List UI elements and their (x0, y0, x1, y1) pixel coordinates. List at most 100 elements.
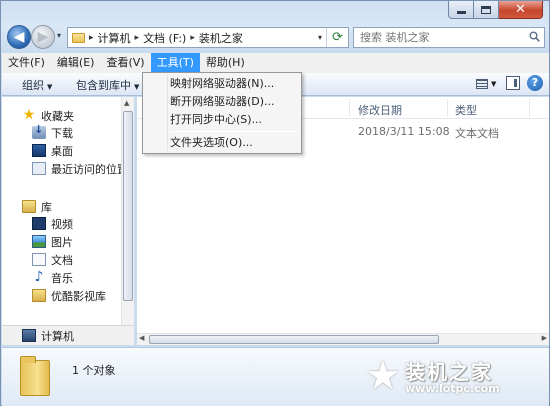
sidebar-item-label: 桌面 (51, 144, 73, 158)
include-in-library-button[interactable]: 包含到库中 ▼ (76, 77, 139, 93)
navigation-pane: ★ 收藏夹 下载 桌面 最近访问的位置 库 视频 图片 文档 (2, 97, 134, 345)
address-dropdown[interactable]: ▾ (318, 33, 322, 42)
sidebar-item-label: 视频 (51, 217, 73, 231)
chevron-down-icon: ▼ (491, 80, 497, 88)
sidebar-item-computer[interactable]: 计算机 (2, 325, 134, 345)
star-icon: ★ (365, 353, 401, 399)
column-divider[interactable] (447, 99, 448, 117)
organize-label: 组织 (22, 79, 44, 92)
forward-button[interactable]: ▶ (31, 25, 55, 49)
minimize-button[interactable] (448, 1, 474, 19)
scroll-right-arrow-icon[interactable]: ▶ (542, 334, 547, 342)
close-button[interactable]: ✕ (499, 1, 543, 19)
item-count: 1 个对象 (72, 364, 116, 377)
menu-file[interactable]: 文件(F) (2, 53, 51, 73)
menu-view[interactable]: 查看(V) (100, 53, 150, 73)
organize-button[interactable]: 组织 ▼ (22, 77, 52, 93)
sidebar-item-pictures[interactable]: 图片 (32, 233, 73, 250)
library-icon (22, 200, 36, 213)
sidebar-item-label: 文档 (51, 253, 73, 267)
address-row: ◀ ▶ ▾ ▸ 计算机 ▸ 文档 (F:) ▸ 装机之家 ▾ ⟳ (5, 25, 547, 51)
sidebar-item-recent-places[interactable]: 最近访问的位置 (32, 160, 128, 177)
search-icon (529, 31, 540, 42)
scroll-up-arrow-icon[interactable]: ▲ (124, 99, 129, 107)
column-divider[interactable] (529, 99, 530, 117)
minimize-icon (456, 11, 466, 14)
menu-bar: 文件(F) 编辑(E) 查看(V) 工具(T) 帮助(H) (2, 53, 549, 73)
libraries-header[interactable]: 库 (22, 198, 52, 215)
sidebar-item-label: 计算机 (41, 329, 74, 343)
computer-icon (22, 329, 36, 342)
sidebar-item-label: 最近访问的位置 (51, 162, 128, 176)
back-button[interactable]: ◀ (7, 25, 31, 49)
menu-item-disconnect-network-drive[interactable]: 断开网络驱动器(D)... (170, 93, 275, 111)
star-icon: ★ (22, 107, 36, 123)
help-icon: ? (531, 76, 539, 89)
sidebar-item-desktop[interactable]: 桌面 (32, 142, 73, 159)
sidebar-item-label: 下载 (51, 126, 73, 140)
search-input[interactable] (360, 31, 530, 44)
address-bar[interactable]: ▸ 计算机 ▸ 文档 (F:) ▸ 装机之家 ▾ ⟳ (67, 27, 349, 48)
menu-separator (170, 131, 298, 132)
scrollbar-thumb[interactable] (149, 335, 439, 344)
sidebar-item-documents[interactable]: 文档 (32, 251, 73, 268)
refresh-button[interactable]: ⟳ (326, 28, 348, 47)
breadcrumb-separator[interactable]: ▸ (89, 33, 94, 43)
nav-pane-scrollbar[interactable]: ▲ ▼ (121, 97, 134, 345)
menu-help[interactable]: 帮助(H) (200, 53, 251, 73)
folder-icon (20, 356, 50, 396)
sidebar-item-label: 优酷影视库 (51, 289, 106, 303)
chevron-down-icon: ▼ (47, 83, 53, 91)
scrollbar-thumb[interactable] (123, 111, 133, 301)
menu-item-open-sync-center[interactable]: 打开同步中心(S)... (170, 111, 262, 129)
sidebar-item-label: 图片 (51, 235, 73, 249)
recent-places-icon (32, 162, 46, 175)
recent-pages-dropdown[interactable]: ▾ (57, 31, 61, 40)
view-list-icon (476, 79, 488, 89)
sidebar-item-label: 音乐 (51, 271, 73, 285)
file-list-scrollbar[interactable]: ◀ ▶ (137, 333, 549, 345)
scroll-left-arrow-icon[interactable]: ◀ (139, 334, 144, 342)
pictures-icon (32, 235, 46, 248)
menu-item-map-network-drive[interactable]: 映射网络驱动器(N)... (170, 75, 274, 93)
column-header-type[interactable]: 类型 (455, 102, 477, 118)
watermark-url: www.lotpc.com (405, 382, 500, 395)
documents-icon (32, 253, 46, 266)
refresh-icon: ⟳ (332, 30, 343, 45)
favorites-header[interactable]: ★ 收藏夹 (22, 107, 74, 124)
search-box[interactable] (353, 27, 545, 48)
downloads-icon (32, 123, 46, 139)
sidebar-item-music[interactable]: ♪ 音乐 (32, 269, 73, 286)
breadcrumb-folder[interactable]: 装机之家 (199, 30, 243, 46)
column-header-modified[interactable]: 修改日期 (358, 102, 402, 118)
menu-tools[interactable]: 工具(T) (150, 53, 200, 73)
preview-pane-button[interactable] (506, 76, 520, 90)
breadcrumb-drive[interactable]: 文档 (F:) (143, 30, 186, 46)
file-modified: 2018/3/11 15:08 (358, 125, 450, 138)
watermark-logo: ★ 装机之家 www.lotpc.com (365, 352, 535, 404)
file-type: 文本文档 (455, 127, 499, 140)
menu-item-folder-options[interactable]: 文件夹选项(O)... (170, 134, 253, 152)
breadcrumb-computer[interactable]: 计算机 (98, 30, 131, 46)
help-button[interactable]: ? (527, 75, 543, 91)
close-icon: ✕ (515, 2, 526, 17)
breadcrumb-separator[interactable]: ▸ (190, 33, 195, 43)
explorer-window: ✕ ◀ ▶ ▾ ▸ 计算机 ▸ 文档 (F:) ▸ 装机之家 ▾ ⟳ 文件(F)… (0, 0, 550, 406)
sidebar-item-downloads[interactable]: 下载 (32, 123, 73, 141)
breadcrumb-separator[interactable]: ▸ (135, 33, 140, 43)
menu-edit[interactable]: 编辑(E) (51, 53, 101, 73)
sidebar-item-videos[interactable]: 视频 (32, 215, 73, 232)
include-in-library-label: 包含到库中 (76, 79, 131, 92)
library-folder-icon (32, 289, 46, 302)
column-divider[interactable] (349, 99, 350, 117)
videos-icon (32, 217, 46, 230)
maximize-button[interactable] (474, 1, 499, 19)
change-view-button[interactable]: ▼ (476, 77, 504, 91)
sidebar-item-youku-library[interactable]: 优酷影视库 (32, 287, 106, 304)
watermark-title: 装机之家 (405, 360, 493, 384)
maximize-icon (481, 5, 491, 14)
folder-icon (72, 32, 85, 43)
favorites-label: 收藏夹 (41, 109, 74, 123)
caption-buttons: ✕ (448, 1, 543, 19)
forward-arrow-icon: ▶ (37, 29, 49, 45)
